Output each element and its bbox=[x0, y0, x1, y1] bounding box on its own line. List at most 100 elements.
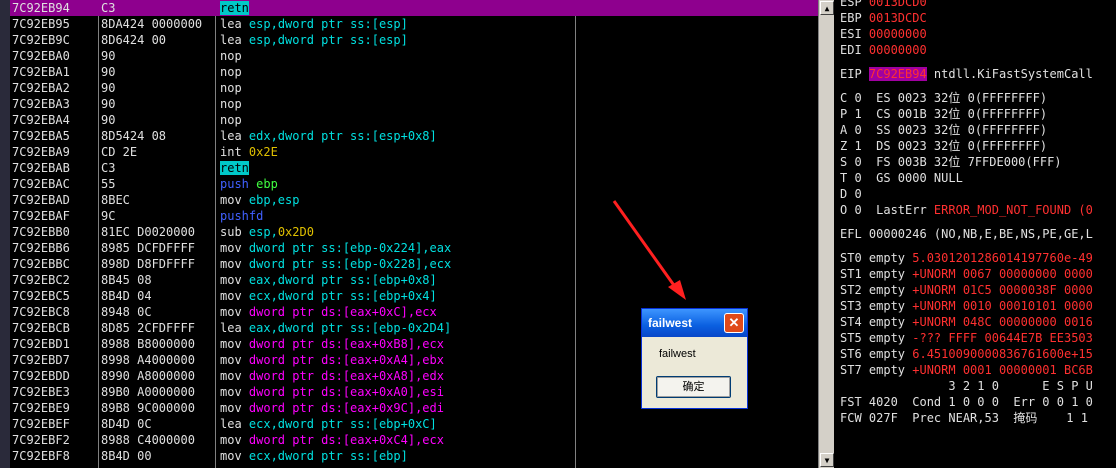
row-address: 7C92EBA9 bbox=[12, 145, 70, 159]
register-line[interactable]: ST5 empty -??? FFFF 00644E7B EE3503 bbox=[840, 330, 1093, 346]
scroll-down-icon[interactable]: ▼ bbox=[820, 453, 834, 467]
row-hex-bytes: 90 bbox=[101, 97, 116, 111]
register-line[interactable]: O 0 LastErr ERROR_MOD_NOT_FOUND (0 bbox=[840, 202, 1093, 218]
row-instruction: nop bbox=[220, 97, 242, 111]
register-line[interactable]: ESI 00000000 bbox=[840, 26, 927, 42]
row-hex-bytes: 8D4D 0C bbox=[101, 417, 152, 431]
disasm-row[interactable]: 7C92EBC5 8B4D 04 mov ecx,dword ptr ss:[ebp… bbox=[10, 288, 818, 304]
row-address: 7C92EBD7 bbox=[12, 353, 70, 367]
register-line[interactable]: EBP 0013DCDC bbox=[840, 10, 927, 26]
row-hex-bytes: 55 bbox=[101, 177, 116, 191]
row-hex-bytes: 9C bbox=[101, 209, 116, 223]
row-hex-bytes: 8D6424 00 bbox=[101, 33, 167, 47]
register-line[interactable]: Z 1 DS 0023 32位 0(FFFFFFFF) bbox=[840, 138, 1047, 154]
disasm-row[interactable]: 7C92EB9C 8D6424 00 lea esp,dword ptr ss:[e… bbox=[10, 32, 818, 48]
row-hex-bytes: 8BEC bbox=[101, 193, 130, 207]
close-icon[interactable]: ✕ bbox=[724, 313, 744, 333]
row-address: 7C92EB94 bbox=[12, 1, 70, 15]
row-address: 7C92EBAF bbox=[12, 209, 70, 223]
row-address: 7C92EBC2 bbox=[12, 273, 70, 287]
register-line[interactable]: ST3 empty +UNORM 0010 00010101 0000 bbox=[840, 298, 1093, 314]
registers-pane[interactable]: ESP 0013DCD0 EBP 0013DCDC ESI 00000000 EDI … bbox=[834, 0, 1116, 468]
register-line[interactable]: S 0 FS 003B 32位 7FFDE000(FFF) bbox=[840, 154, 1062, 170]
row-instruction: push ebp bbox=[220, 177, 278, 191]
row-hex-bytes: 8D85 2CFDFFFF bbox=[101, 321, 195, 335]
scroll-up-icon[interactable]: ▲ bbox=[820, 1, 834, 15]
register-line[interactable]: EIP 7C92EB94 ntdll.KiFastSystemCall bbox=[840, 66, 1093, 82]
row-address: 7C92EBA5 bbox=[12, 129, 70, 143]
row-address: 7C92EBCB bbox=[12, 321, 70, 335]
disasm-row[interactable]: 7C92EBAC 55 push ebp bbox=[10, 176, 818, 192]
row-hex-bytes: 8988 B8000000 bbox=[101, 337, 195, 351]
row-address: 7C92EB95 bbox=[12, 17, 70, 31]
register-line[interactable]: ST7 empty +UNORM 0001 00000001 BC6B bbox=[840, 362, 1093, 378]
dialog-message: failwest bbox=[659, 348, 696, 360]
row-address: 7C92EBEF bbox=[12, 417, 70, 431]
row-instruction: mov ebp,esp bbox=[220, 193, 300, 207]
register-line[interactable]: ST4 empty +UNORM 048C 00000000 0016 bbox=[840, 314, 1093, 330]
row-instruction: lea ecx,dword ptr ss:[ebp+0xC] bbox=[220, 417, 437, 431]
row-instruction: mov ecx,dword ptr ss:[ebp+0x4] bbox=[220, 289, 437, 303]
row-instruction: lea eax,dword ptr ss:[ebp-0x2D4] bbox=[220, 321, 452, 335]
disasm-row[interactable]: 7C92EBAD 8BEC mov ebp,esp bbox=[10, 192, 818, 208]
disasm-row[interactable]: 7C92EBBC 898D D8FDFFFF mov dword ptr ss:[e… bbox=[10, 256, 818, 272]
dialog-title: failwest bbox=[648, 316, 693, 330]
row-hex-bytes: 8998 A4000000 bbox=[101, 353, 195, 367]
disasm-row[interactable]: 7C92EBAF 9C pushfd bbox=[10, 208, 818, 224]
row-hex-bytes: 90 bbox=[101, 113, 116, 127]
row-hex-bytes: 8985 DCFDFFFF bbox=[101, 241, 195, 255]
disasm-row[interactable]: 7C92EBB0 81EC D0020000 sub esp,0x2D0 bbox=[10, 224, 818, 240]
register-line[interactable]: P 1 CS 001B 32位 0(FFFFFFFF) bbox=[840, 106, 1047, 122]
disasm-row[interactable]: 7C92EBA5 8D5424 08 lea edx,dword ptr ss:[e… bbox=[10, 128, 818, 144]
disasm-row[interactable]: 7C92EBA4 90 nop bbox=[10, 112, 818, 128]
ok-button[interactable]: 确定 bbox=[656, 376, 731, 398]
dialog-title-bar[interactable]: failwest ✕ bbox=[642, 309, 747, 337]
disasm-row[interactable]: 7C92EBC2 8B45 08 mov eax,dword ptr ss:[ebp… bbox=[10, 272, 818, 288]
message-box-dialog[interactable]: failwest ✕ failwest 确定 bbox=[641, 308, 748, 409]
register-line[interactable]: ESP 0013DCD0 bbox=[840, 0, 927, 10]
row-hex-bytes: 8990 A8000000 bbox=[101, 369, 195, 383]
row-instruction: mov ecx,dword ptr ss:[ebp] bbox=[220, 449, 408, 463]
disasm-row[interactable]: 7C92EBA0 90 nop bbox=[10, 48, 818, 64]
row-instruction: mov dword ptr ds:[eax+0xA4],ebx bbox=[220, 353, 444, 367]
disasm-row[interactable]: 7C92EBA2 90 nop bbox=[10, 80, 818, 96]
disasm-row[interactable]: 7C92EBA9 CD 2E int 0x2E bbox=[10, 144, 818, 160]
register-line[interactable]: 3 2 1 0 E S P U bbox=[840, 378, 1093, 394]
row-address: 7C92EBA1 bbox=[12, 65, 70, 79]
row-address: 7C92EBD1 bbox=[12, 337, 70, 351]
register-line[interactable]: C 0 ES 0023 32位 0(FFFFFFFF) bbox=[840, 90, 1047, 106]
register-line[interactable]: D 0 bbox=[840, 186, 862, 202]
disasm-row[interactable]: 7C92EBF2 8988 C4000000 mov dword ptr ds:[e… bbox=[10, 432, 818, 448]
row-instruction: mov dword ptr ds:[eax+0xB8],ecx bbox=[220, 337, 444, 351]
row-hex-bytes: 90 bbox=[101, 81, 116, 95]
row-instruction: nop bbox=[220, 81, 242, 95]
disasm-row[interactable]: 7C92EBF8 8B4D 00 mov ecx,dword ptr ss:[ebp… bbox=[10, 448, 818, 464]
row-address: 7C92EBC8 bbox=[12, 305, 70, 319]
register-line[interactable]: EDI 00000000 bbox=[840, 42, 927, 58]
register-line[interactable]: FST 4020 Cond 1 0 0 0 Err 0 0 1 0 bbox=[840, 394, 1093, 410]
vertical-scrollbar[interactable]: ▲ ▼ bbox=[818, 0, 835, 468]
register-line[interactable]: ST1 empty +UNORM 0067 00000000 0000 bbox=[840, 266, 1093, 282]
register-line[interactable]: ST2 empty +UNORM 01C5 0000038F 0000 bbox=[840, 282, 1093, 298]
disasm-row[interactable]: 7C92EBA1 90 nop bbox=[10, 64, 818, 80]
register-line[interactable]: ST6 empty 6.4510090000836761600e+15 bbox=[840, 346, 1093, 362]
disasm-row[interactable]: 7C92EBAB C3 retn bbox=[10, 160, 818, 176]
row-instruction: mov dword ptr ds:[eax+0xA0],esi bbox=[220, 385, 444, 399]
disasm-row[interactable]: 7C92EBA3 90 nop bbox=[10, 96, 818, 112]
register-line[interactable]: A 0 SS 0023 32位 0(FFFFFFFF) bbox=[840, 122, 1047, 138]
row-address: 7C92EBE3 bbox=[12, 385, 70, 399]
row-hex-bytes: 8988 C4000000 bbox=[101, 433, 195, 447]
register-line[interactable]: ST0 empty 5.0301201286014197760e-49 bbox=[840, 250, 1093, 266]
disasm-row[interactable]: 7C92EB94 C3 retn bbox=[10, 0, 818, 16]
row-instruction: mov dword ptr ss:[ebp-0x228],ecx bbox=[220, 257, 452, 271]
row-address: 7C92EB9C bbox=[12, 33, 70, 47]
row-hex-bytes: 8DA424 0000000 bbox=[101, 17, 203, 31]
disasm-row[interactable]: 7C92EB95 8DA424 0000000 lea esp,dword ptr … bbox=[10, 16, 818, 32]
register-line[interactable]: T 0 GS 0000 NULL bbox=[840, 170, 963, 186]
disasm-row[interactable]: 7C92EBEF 8D4D 0C lea ecx,dword ptr ss:[ebp… bbox=[10, 416, 818, 432]
register-line[interactable]: EFL 00000246 (NO,NB,E,BE,NS,PE,GE,L bbox=[840, 226, 1093, 242]
row-instruction: mov dword ptr ds:[eax+0xC4],ecx bbox=[220, 433, 444, 447]
register-line[interactable]: FCW 027F Prec NEAR,53 掩码 1 1 bbox=[840, 410, 1088, 426]
row-instruction: retn bbox=[220, 161, 249, 175]
disasm-row[interactable]: 7C92EBB6 8985 DCFDFFFF mov dword ptr ss:[e… bbox=[10, 240, 818, 256]
